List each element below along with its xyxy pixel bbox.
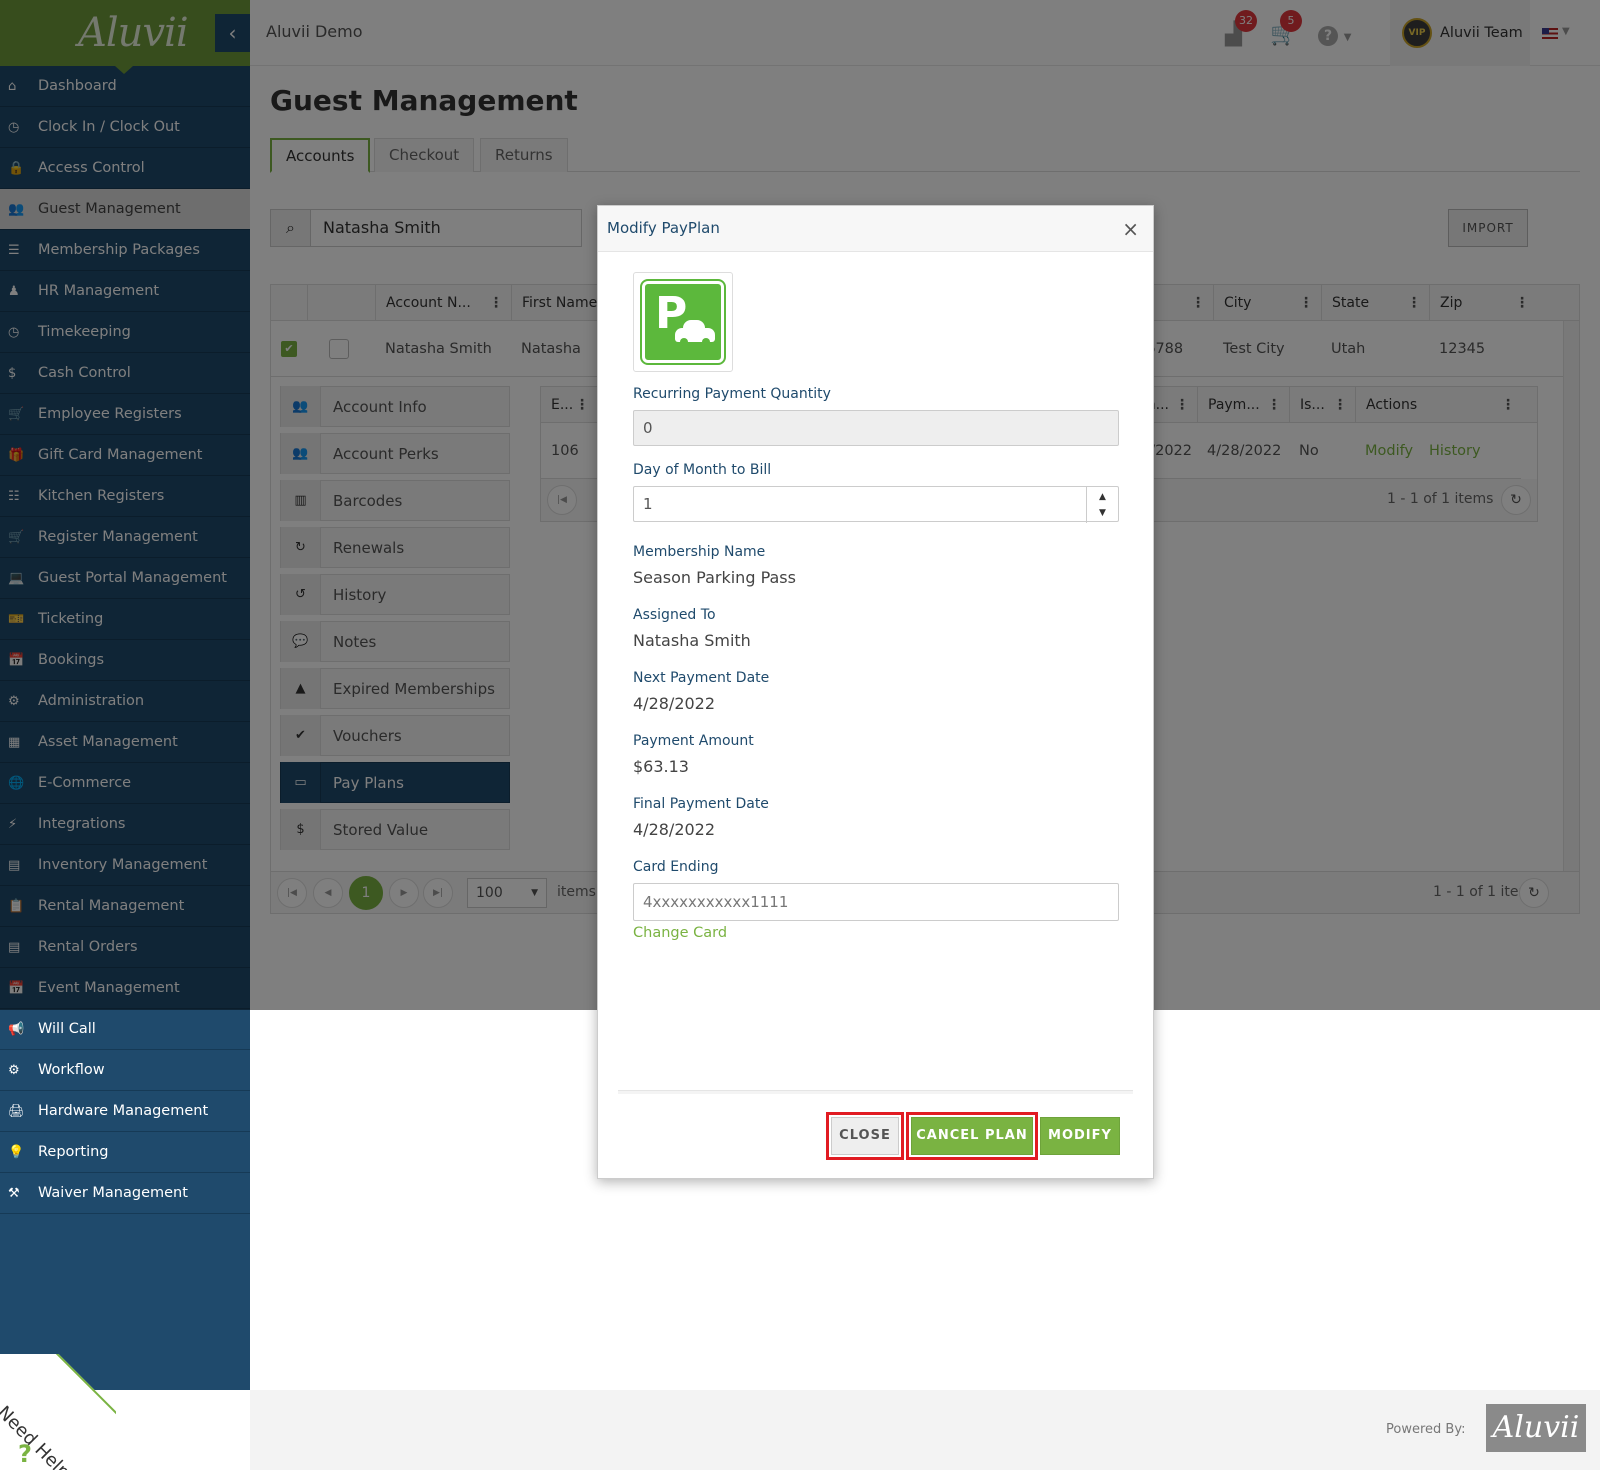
recurring-quantity-input: 0	[633, 410, 1119, 446]
sidebar-item-reporting[interactable]: 💡 Reporting	[0, 1132, 250, 1173]
modal-title: Modify PayPlan	[607, 219, 720, 237]
recurring-quantity-label: Recurring Payment Quantity	[633, 386, 831, 402]
change-card-link[interactable]: Change Card	[633, 925, 1119, 941]
footer-logo: Aluvii	[1486, 1404, 1586, 1452]
sidebar-item-label: Hardware Management	[38, 1103, 209, 1119]
sidebar-item-label: Will Call	[38, 1021, 96, 1037]
modal-footer-divider	[618, 1090, 1133, 1094]
powered-by: Powered By:	[1386, 1422, 1466, 1437]
next-payment-date-value: 4/28/2022	[633, 694, 716, 713]
assigned-to-value: Natasha Smith	[633, 631, 751, 650]
membership-name-label: Membership Name	[633, 544, 766, 560]
close-button[interactable]: CLOSE	[826, 1112, 904, 1160]
day-of-month-label: Day of Month to Bill	[633, 462, 772, 478]
sidebar-item-hardware-management[interactable]: 🖨 Hardware Management	[0, 1091, 250, 1132]
parking-car-icon: P	[640, 279, 726, 365]
next-payment-date-label: Next Payment Date	[633, 670, 770, 686]
gear-icon: ⚙	[8, 1062, 20, 1078]
assigned-to-label: Assigned To	[633, 607, 716, 623]
increment-icon: ▲	[1099, 492, 1106, 502]
payment-amount-value: $63.13	[633, 757, 689, 776]
close-icon[interactable]: ×	[1122, 217, 1139, 241]
cancel-plan-button[interactable]: CANCEL PLAN	[906, 1112, 1038, 1160]
modify-button[interactable]: MODIFY	[1040, 1117, 1120, 1155]
gavel-icon: ⚒	[8, 1185, 20, 1201]
card-ending-label: Card Ending	[633, 859, 719, 875]
modal-body: P Recurring Payment Quantity 0 Day of Mo…	[633, 272, 1119, 941]
payment-amount-label: Payment Amount	[633, 733, 754, 749]
membership-image: P	[633, 272, 733, 372]
modify-payplan-modal: Modify PayPlan × P Recurring Payment Qua…	[597, 205, 1154, 1179]
footer: Powered By: Aluvii	[250, 1390, 1600, 1470]
modal-header: Modify PayPlan ×	[598, 206, 1153, 252]
final-payment-date-value: 4/28/2022	[633, 820, 716, 839]
question-icon: ?	[18, 1440, 32, 1468]
printer-icon: 🖨	[8, 1103, 25, 1119]
lightbulb-icon: 💡	[8, 1144, 25, 1160]
sidebar-item-label: Workflow	[38, 1062, 105, 1078]
need-help-ribbon[interactable]: Need Help ?	[0, 1354, 116, 1470]
sidebar-item-will-call[interactable]: 📢 Will Call	[0, 1009, 250, 1050]
card-ending-input[interactable]: 4xxxxxxxxxxx1111	[633, 883, 1119, 921]
final-payment-date-label: Final Payment Date	[633, 796, 769, 812]
megaphone-icon: 📢	[8, 1021, 25, 1037]
membership-name-value: Season Parking Pass	[633, 568, 796, 587]
number-stepper[interactable]: ▲ ▼	[1086, 487, 1118, 523]
day-of-month-input[interactable]: 1 ▲ ▼	[633, 486, 1119, 523]
sidebar-item-label: Reporting	[38, 1144, 109, 1160]
decrement-icon: ▼	[1099, 508, 1106, 518]
sidebar-item-workflow[interactable]: ⚙ Workflow	[0, 1050, 250, 1091]
sidebar-item-waiver-management[interactable]: ⚒ Waiver Management	[0, 1173, 250, 1214]
sidebar-item-label: Waiver Management	[38, 1185, 188, 1201]
